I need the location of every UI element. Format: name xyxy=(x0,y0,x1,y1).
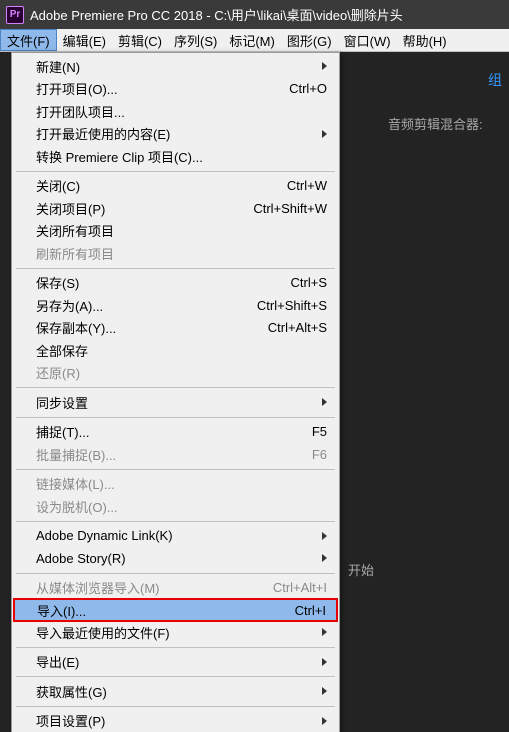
menu-item-close-project[interactable]: 关闭项目(P) Ctrl+Shift+W xyxy=(14,197,337,220)
menu-item-convert-clip[interactable]: 转换 Premiere Clip 项目(C)... xyxy=(14,145,337,168)
menu-item-import-recent[interactable]: 导入最近使用的文件(F) xyxy=(14,621,337,644)
submenu-arrow-icon xyxy=(322,658,327,666)
submenu-arrow-icon xyxy=(322,628,327,636)
menu-help[interactable]: 帮助(H) xyxy=(397,29,453,51)
menu-window[interactable]: 窗口(W) xyxy=(338,29,397,51)
menu-item-make-offline: 设为脱机(O)... xyxy=(14,495,337,518)
menu-item-open-team[interactable]: 打开团队项目... xyxy=(14,100,337,123)
workspace: 组 音频剪辑混合器: 开始 新建(N) 打开项目(O)... Ctrl+O 打开… xyxy=(0,52,509,732)
submenu-arrow-icon xyxy=(322,62,327,70)
menu-item-batch-capture: 批量捕捉(B)... F6 xyxy=(14,443,337,466)
menu-separator xyxy=(16,469,335,470)
file-menu-dropdown: 新建(N) 打开项目(O)... Ctrl+O 打开团队项目... 打开最近使用… xyxy=(11,52,340,732)
submenu-arrow-icon xyxy=(322,398,327,406)
submenu-arrow-icon xyxy=(322,717,327,725)
titlebar-text: Adobe Premiere Pro CC 2018 - C:\用户\likai… xyxy=(30,5,403,24)
menu-item-save-as[interactable]: 另存为(A)... Ctrl+Shift+S xyxy=(14,294,337,317)
titlebar: Pr Adobe Premiere Pro CC 2018 - C:\用户\li… xyxy=(0,0,509,29)
menu-item-refresh-all: 刷新所有项目 xyxy=(14,242,337,265)
menu-item-new[interactable]: 新建(N) xyxy=(14,55,337,78)
menu-item-adobe-story[interactable]: Adobe Story(R) xyxy=(14,547,337,570)
menu-item-import-from-browser: 从媒体浏览器导入(M) Ctrl+Alt+I xyxy=(14,577,337,600)
submenu-arrow-icon xyxy=(322,130,327,138)
menu-separator xyxy=(16,417,335,418)
menu-item-save-all[interactable]: 全部保存 xyxy=(14,339,337,362)
menu-item-capture[interactable]: 捕捉(T)... F5 xyxy=(14,421,337,444)
menu-separator xyxy=(16,647,335,648)
menu-item-sync-settings[interactable]: 同步设置 xyxy=(14,391,337,414)
menu-item-adobe-dynamic-link[interactable]: Adobe Dynamic Link(K) xyxy=(14,525,337,548)
group-link[interactable]: 组 xyxy=(488,70,502,90)
menu-separator xyxy=(16,387,335,388)
menu-item-revert: 还原(R) xyxy=(14,362,337,385)
submenu-arrow-icon xyxy=(322,532,327,540)
menu-clip[interactable]: 剪辑(C) xyxy=(112,29,168,51)
menu-item-project-settings[interactable]: 项目设置(P) xyxy=(14,710,337,732)
menu-sequence[interactable]: 序列(S) xyxy=(168,29,223,51)
menu-marker[interactable]: 标记(M) xyxy=(223,29,281,51)
menu-item-open-recent[interactable]: 打开最近使用的内容(E) xyxy=(14,123,337,146)
menu-item-link-media: 链接媒体(L)... xyxy=(14,473,337,496)
start-label: 开始 xyxy=(348,560,374,579)
menu-separator xyxy=(16,268,335,269)
menu-separator xyxy=(16,573,335,574)
menu-item-save-copy[interactable]: 保存副本(Y)... Ctrl+Alt+S xyxy=(14,317,337,340)
menu-separator xyxy=(16,171,335,172)
submenu-arrow-icon xyxy=(322,554,327,562)
menu-separator xyxy=(16,676,335,677)
menu-item-get-properties[interactable]: 获取属性(G) xyxy=(14,680,337,703)
menu-separator xyxy=(16,521,335,522)
menu-graphics[interactable]: 图形(G) xyxy=(281,29,338,51)
menubar: 文件(F) 编辑(E) 剪辑(C) 序列(S) 标记(M) 图形(G) 窗口(W… xyxy=(0,29,509,52)
menu-item-close-all[interactable]: 关闭所有项目 xyxy=(14,220,337,243)
app-icon: Pr xyxy=(6,6,24,24)
submenu-arrow-icon xyxy=(322,687,327,695)
menu-separator xyxy=(16,706,335,707)
menu-edit[interactable]: 编辑(E) xyxy=(57,29,112,51)
menu-item-close[interactable]: 关闭(C) Ctrl+W xyxy=(14,175,337,198)
menu-item-import[interactable]: 导入(I)... Ctrl+I xyxy=(13,598,338,622)
menu-item-save[interactable]: 保存(S) Ctrl+S xyxy=(14,272,337,295)
menu-item-open-project[interactable]: 打开项目(O)... Ctrl+O xyxy=(14,78,337,101)
menu-item-export[interactable]: 导出(E) xyxy=(14,651,337,674)
menu-file[interactable]: 文件(F) xyxy=(0,29,57,51)
audio-mixer-label: 音频剪辑混合器: xyxy=(388,114,483,133)
